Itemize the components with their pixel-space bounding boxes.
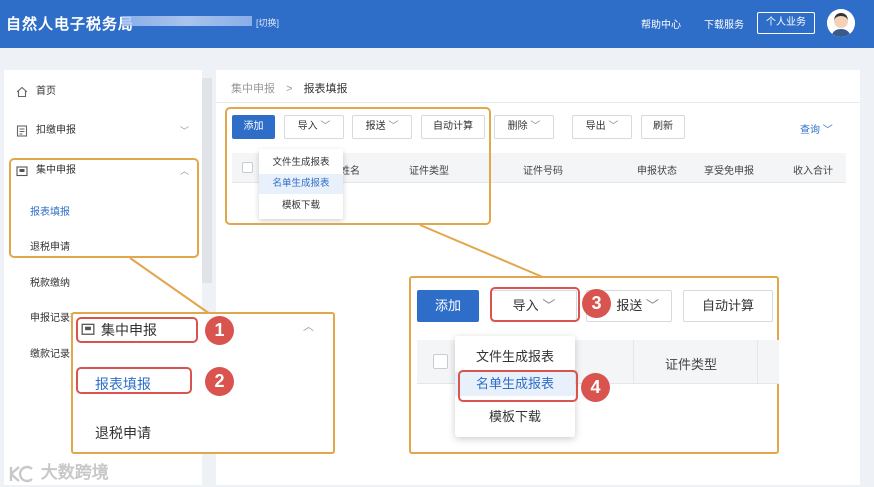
query-label: 查询 — [800, 125, 820, 136]
sidebar-item-withhold[interactable]: 扣缴申报 ﹀ — [4, 119, 202, 143]
personal-business-button[interactable]: 个人业务 — [757, 12, 815, 34]
chevron-down-icon: ﹀ — [530, 121, 541, 132]
callout-box-1 — [76, 317, 198, 343]
user-name-blurred — [122, 16, 252, 26]
zoom-add-button[interactable]: 添加 — [417, 290, 479, 322]
sidebar-item-label: 扣缴申报 — [36, 125, 76, 136]
zoom-column-id-type: 证件类型 — [665, 357, 718, 372]
breadcrumb-separator: > — [286, 83, 293, 95]
watermark-logo-icon — [9, 465, 33, 482]
app-title: 自然人电子税务局 — [6, 16, 135, 33]
callout-box-3 — [490, 287, 580, 322]
chevron-up-icon: ︿ — [303, 321, 314, 333]
top-bar: 自然人电子税务局 [切换] 帮助中心 下载服务 个人业务 — [0, 0, 874, 48]
breadcrumb-current: 报表填报 — [303, 83, 348, 95]
switch-link[interactable]: [切换] — [256, 16, 279, 29]
step-badge-3: 3 — [582, 289, 611, 318]
chevron-down-icon: ﹀ — [180, 126, 190, 136]
download-service-link[interactable]: 下载服务 — [704, 16, 744, 31]
avatar[interactable] — [827, 9, 855, 37]
chevron-down-icon: ﹀ — [645, 298, 659, 313]
column-divider — [633, 340, 634, 384]
help-center-link[interactable]: 帮助中心 — [641, 16, 681, 31]
export-button[interactable]: 导出 ﹀ — [572, 115, 632, 139]
callout-box-2 — [76, 367, 192, 394]
zoom-menu-item-template-download[interactable]: 模板下载 — [455, 406, 575, 425]
home-icon — [16, 86, 28, 98]
divider — [216, 102, 860, 103]
query-link[interactable]: 查询 ﹀ — [800, 121, 833, 136]
breadcrumb-parent[interactable]: 集中申报 — [231, 83, 275, 95]
chevron-down-icon: ﹀ — [822, 125, 833, 136]
watermark: 大数跨境 — [8, 458, 109, 484]
column-header: 证件号码 — [523, 166, 563, 177]
zoom-refund-label[interactable]: 退税申请 — [95, 423, 151, 443]
column-header: 申报状态 — [637, 166, 677, 177]
step-badge-1: 1 — [205, 316, 234, 345]
column-divider — [757, 340, 758, 384]
select-all-checkbox[interactable] — [433, 354, 448, 369]
sidebar-scrollbar[interactable] — [202, 78, 212, 283]
highlight-toolbar-section — [225, 107, 491, 225]
watermark-text: 大数跨境 — [40, 463, 109, 482]
delete-label: 删除 — [507, 121, 528, 132]
column-header: 享受免申报 — [704, 166, 754, 177]
refresh-button[interactable]: 刷新 — [641, 115, 685, 139]
chevron-down-icon: ﹀ — [608, 121, 619, 132]
avatar-icon — [827, 9, 855, 37]
callout-box-4 — [458, 370, 578, 402]
step-badge-4: 4 — [581, 373, 610, 402]
sidebar-item-home[interactable]: 首页 — [4, 80, 202, 104]
step-badge-2: 2 — [205, 367, 234, 396]
report-icon — [16, 125, 28, 137]
highlight-sidebar-section — [9, 158, 199, 258]
column-header: 收入合计 — [793, 166, 833, 177]
breadcrumb: 集中申报 > 报表填报 — [231, 80, 348, 96]
zoom-submit-label: 报送 — [616, 298, 643, 313]
delete-button[interactable]: 删除 ﹀ — [494, 115, 554, 139]
sidebar-item-label: 首页 — [36, 86, 56, 97]
export-label: 导出 — [585, 121, 606, 132]
zoom-auto-calc-button[interactable]: 自动计算 — [683, 290, 773, 322]
zoom-menu-item-file-report[interactable]: 文件生成报表 — [455, 346, 575, 365]
sidebar-item-payment-records[interactable]: 缴款记录 — [30, 345, 70, 360]
sidebar-item-tax-payment[interactable]: 税款缴纳 — [30, 274, 70, 289]
